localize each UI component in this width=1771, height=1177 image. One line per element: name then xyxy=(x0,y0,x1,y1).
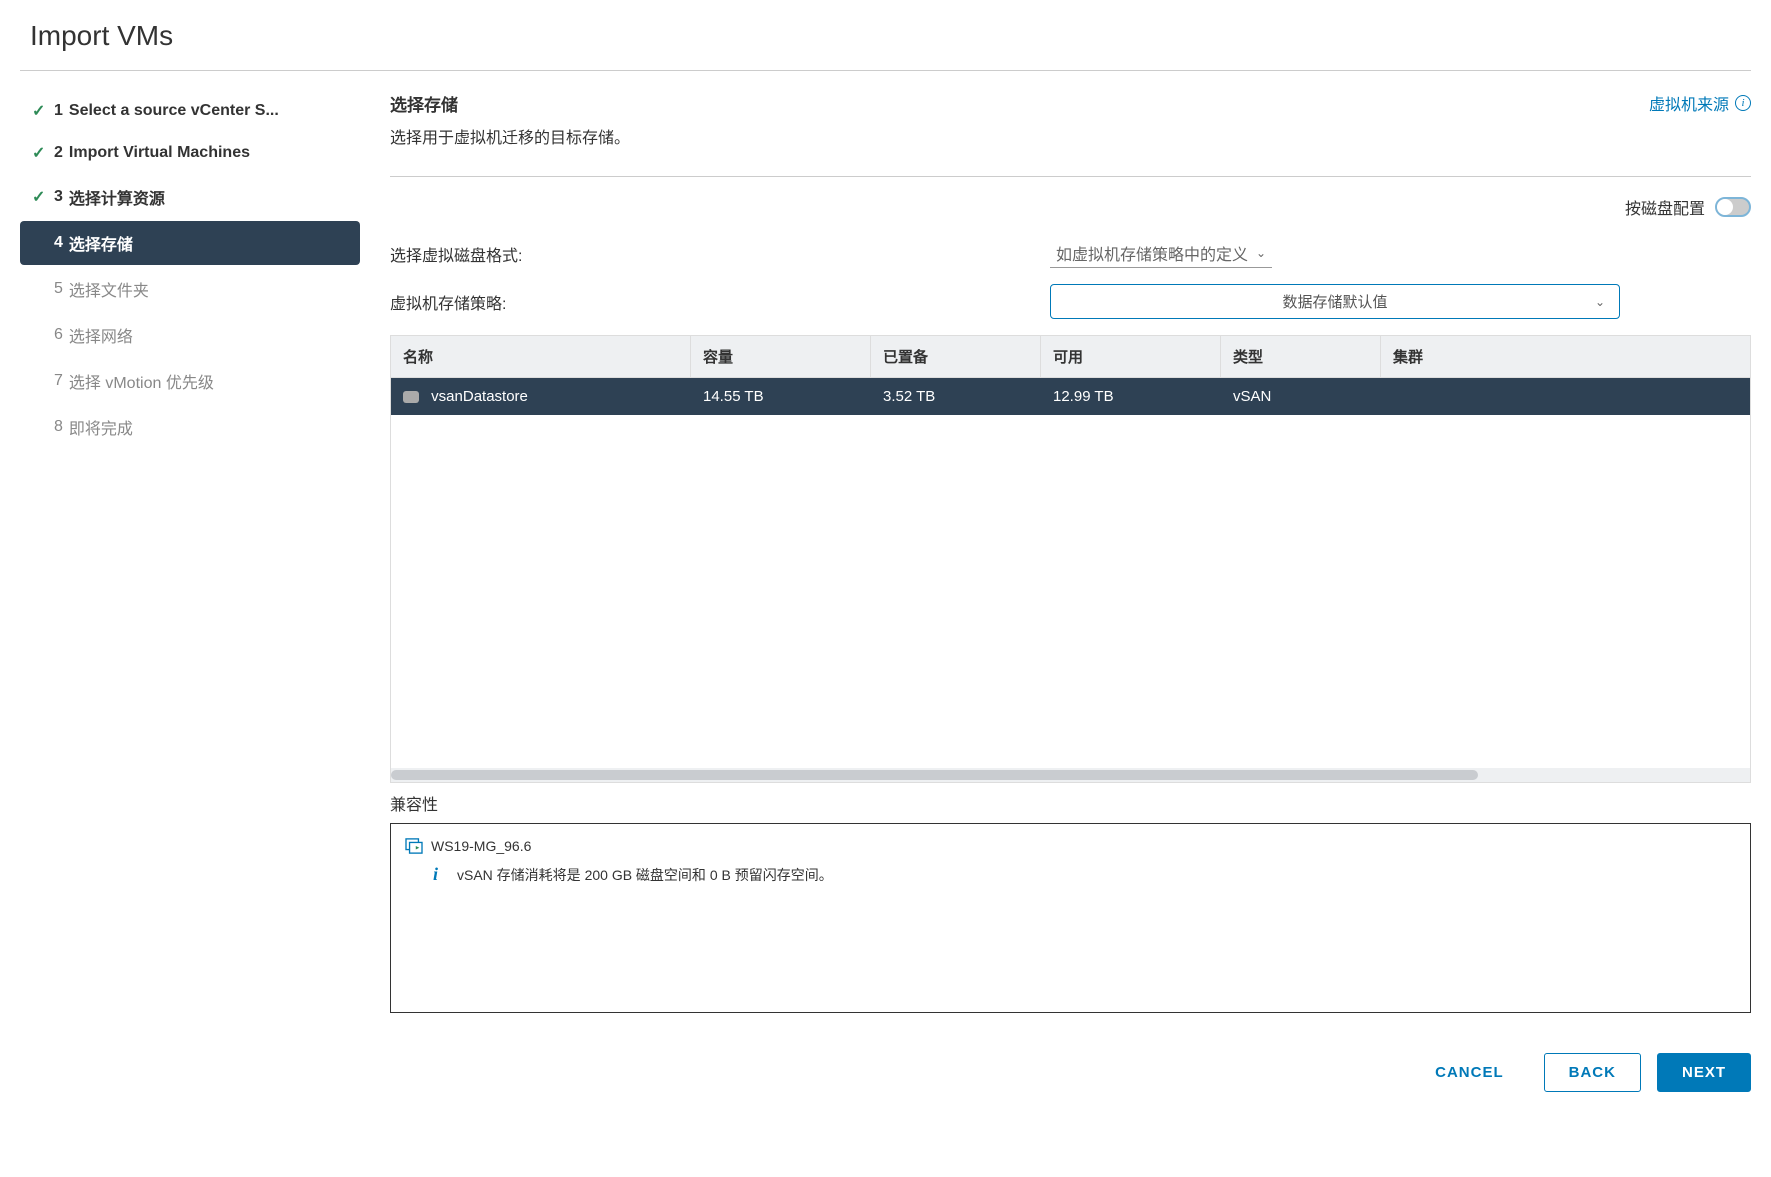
cancel-button[interactable]: CANCEL xyxy=(1411,1054,1528,1091)
storage-policy-dropdown[interactable]: 数据存储默认值 ⌄ xyxy=(1050,284,1620,319)
wizard-footer: CANCEL BACK NEXT xyxy=(390,1053,1751,1092)
step-label: 选择存储 xyxy=(69,231,133,255)
disk-format-dropdown[interactable]: 如虚拟机存储策略中的定义 ⌄ xyxy=(1050,239,1272,268)
chevron-down-icon: ⌄ xyxy=(1256,246,1266,260)
step-label: 选择文件夹 xyxy=(69,277,149,301)
disk-format-value: 如虚拟机存储策略中的定义 xyxy=(1056,241,1248,265)
step-number: 6 xyxy=(54,326,63,344)
vm-icon xyxy=(405,838,423,854)
step-1[interactable]: ✓ 1 Select a source vCenter S... xyxy=(20,91,360,131)
main-title: 选择存储 xyxy=(390,91,630,116)
step-5: ✓ 5 选择文件夹 xyxy=(20,267,360,311)
col-cluster[interactable]: 集群 xyxy=(1381,336,1750,377)
step-number: 1 xyxy=(54,102,63,120)
step-number: 7 xyxy=(54,372,63,390)
scrollbar-thumb[interactable] xyxy=(391,770,1478,780)
step-label: 选择 vMotion 优先级 xyxy=(69,369,214,393)
toggle-knob xyxy=(1717,199,1733,215)
datastore-table: 名称 容量 已置备 可用 类型 集群 vsanDatastore 14.55 T… xyxy=(390,335,1751,783)
step-label: 选择计算资源 xyxy=(69,185,165,209)
wizard-steps-sidebar: ✓ 1 Select a source vCenter S... ✓ 2 Imp… xyxy=(20,91,380,1092)
step-number: 4 xyxy=(54,234,63,252)
step-number: 3 xyxy=(54,188,63,206)
cell-type: vSAN xyxy=(1221,378,1381,415)
step-label: Import Virtual Machines xyxy=(69,144,250,162)
datastore-name: vsanDatastore xyxy=(431,388,528,405)
step-3[interactable]: ✓ 3 选择计算资源 xyxy=(20,175,360,219)
table-row[interactable]: vsanDatastore 14.55 TB 3.52 TB 12.99 TB … xyxy=(391,378,1750,415)
table-body[interactable]: vsanDatastore 14.55 TB 3.52 TB 12.99 TB … xyxy=(391,378,1750,768)
datastore-icon xyxy=(403,391,419,403)
step-label: 即将完成 xyxy=(69,415,133,439)
check-icon: ✓ xyxy=(32,187,46,207)
step-number: 2 xyxy=(54,144,63,162)
step-label: Select a source vCenter S... xyxy=(69,102,279,120)
chevron-down-icon: ⌄ xyxy=(1595,295,1605,309)
step-number: 8 xyxy=(54,418,63,436)
step-number: 5 xyxy=(54,280,63,298)
step-4[interactable]: ✓ 4 选择存储 xyxy=(20,221,360,265)
storage-policy-label: 虚拟机存储策略: xyxy=(390,290,1050,314)
page-title: Import VMs xyxy=(20,20,1751,52)
disk-format-label: 选择虚拟磁盘格式: xyxy=(390,242,1050,266)
step-label: 选择网络 xyxy=(69,323,133,347)
col-name[interactable]: 名称 xyxy=(391,336,691,377)
source-link-label: 虚拟机来源 xyxy=(1649,91,1729,115)
cell-capacity: 14.55 TB xyxy=(691,378,871,415)
cell-cluster xyxy=(1381,378,1750,415)
disk-config-toggle[interactable] xyxy=(1715,197,1751,217)
compatibility-box: WS19-MG_96.6 i vSAN 存储消耗将是 200 GB 磁盘空间和 … xyxy=(390,823,1751,1013)
compatibility-title: 兼容性 xyxy=(390,791,1751,815)
storage-policy-value: 数据存储默认值 xyxy=(1282,291,1387,312)
info-icon: i xyxy=(1735,95,1751,111)
col-provisioned[interactable]: 已置备 xyxy=(871,336,1041,377)
divider xyxy=(20,70,1751,71)
step-8: ✓ 8 即将完成 xyxy=(20,405,360,449)
compatibility-message: vSAN 存储消耗将是 200 GB 磁盘空间和 0 B 预留闪存空间。 xyxy=(457,865,833,885)
col-free[interactable]: 可用 xyxy=(1041,336,1221,377)
next-button[interactable]: NEXT xyxy=(1657,1053,1751,1092)
table-header: 名称 容量 已置备 可用 类型 集群 xyxy=(391,336,1750,378)
vm-source-link[interactable]: 虚拟机来源 i xyxy=(1649,91,1751,115)
vm-name: WS19-MG_96.6 xyxy=(431,838,531,854)
check-icon: ✓ xyxy=(32,143,46,163)
step-6: ✓ 6 选择网络 xyxy=(20,313,360,357)
col-capacity[interactable]: 容量 xyxy=(691,336,871,377)
step-7: ✓ 7 选择 vMotion 优先级 xyxy=(20,359,360,403)
main-subtitle: 选择用于虚拟机迁移的目标存储。 xyxy=(390,124,630,148)
cell-free: 12.99 TB xyxy=(1041,378,1221,415)
horizontal-scrollbar[interactable] xyxy=(391,768,1750,782)
back-button[interactable]: BACK xyxy=(1544,1053,1641,1092)
step-2[interactable]: ✓ 2 Import Virtual Machines xyxy=(20,133,360,173)
check-icon: ✓ xyxy=(32,101,46,121)
disk-config-toggle-label: 按磁盘配置 xyxy=(1625,195,1705,219)
info-icon: i xyxy=(433,864,447,885)
col-type[interactable]: 类型 xyxy=(1221,336,1381,377)
cell-provisioned: 3.52 TB xyxy=(871,378,1041,415)
